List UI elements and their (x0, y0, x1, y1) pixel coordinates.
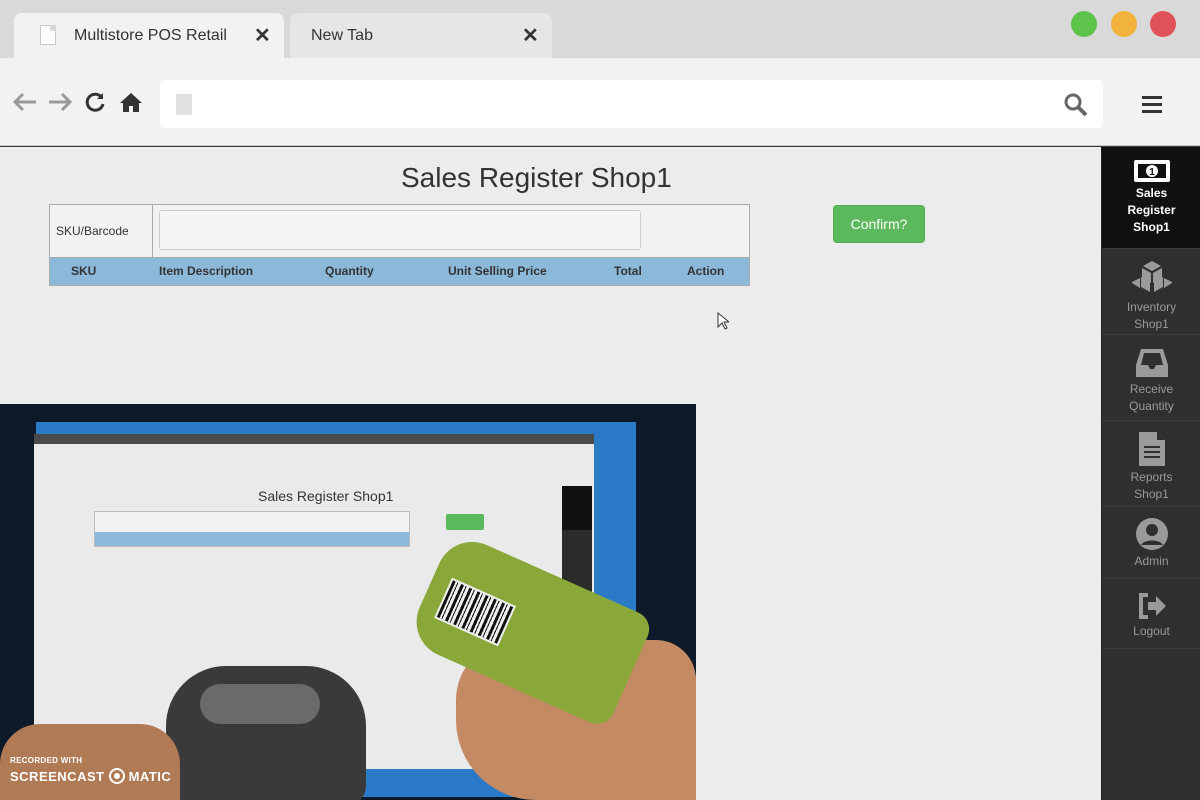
sidebar-item-admin[interactable]: Admin (1102, 507, 1200, 579)
webcam-overlay: Sales Register Shop1 RECORDED WITH SCREE… (0, 404, 696, 800)
tab-new-tab[interactable]: New Tab ✕ (290, 13, 552, 58)
sidebar-item-reports[interactable]: Reports Shop1 (1102, 421, 1200, 507)
reload-icon[interactable] (84, 91, 106, 120)
address-bar[interactable] (160, 80, 1103, 128)
sidebar-item-sales-register[interactable]: 1 Sales Register Shop1 (1102, 147, 1200, 249)
sku-barcode-input[interactable] (159, 210, 641, 250)
page-icon (40, 25, 56, 45)
sidebar-item-receive-quantity[interactable]: Receive Quantity (1102, 335, 1200, 421)
user-icon (1135, 518, 1168, 550)
forward-icon[interactable] (47, 91, 73, 120)
confirm-button[interactable]: Confirm? (833, 205, 925, 243)
window-maximize-button[interactable] (1071, 11, 1097, 37)
sidebar-item-logout[interactable]: Logout (1102, 579, 1200, 649)
browser-tab-bar: Multistore POS Retail ✕ New Tab ✕ (0, 0, 1200, 58)
column-header-quantity: Quantity (325, 264, 374, 278)
tab-title: New Tab (311, 27, 373, 44)
column-header-total: Total (614, 264, 642, 278)
browser-toolbar (0, 58, 1200, 146)
home-icon[interactable] (119, 91, 143, 120)
inbox-icon (1135, 349, 1168, 377)
column-header-sku: SKU (71, 264, 97, 278)
column-header-item-description: Item Description (159, 264, 254, 278)
webcam-page-title: Sales Register Shop1 (258, 488, 394, 504)
barcode-scanner-head (200, 684, 320, 724)
column-header-unit-selling-price: Unit Selling Price (448, 264, 547, 278)
close-tab-icon[interactable]: ✕ (522, 23, 539, 48)
screencast-o-matic-logo: SCREENCAST MATIC (10, 768, 172, 784)
page-icon (176, 94, 192, 115)
column-header-action: Action (687, 264, 725, 278)
webcam-confirm-button (446, 514, 484, 530)
webcam-register-table (94, 511, 410, 547)
back-icon[interactable] (12, 91, 38, 120)
sign-out-icon (1138, 593, 1166, 619)
sales-register-table: SKU/Barcode SKU Item Description Quantit… (49, 204, 750, 286)
record-dot-icon (108, 768, 125, 784)
watermark-recorded-with: RECORDED WITH (10, 756, 83, 765)
table-header: SKU Item Description Quantity Unit Selli… (50, 257, 749, 285)
main-content: Sales Register Shop1 SKU/Barcode SKU Ite… (0, 147, 1101, 800)
document-icon (1138, 432, 1165, 466)
money-icon: 1 (1133, 160, 1170, 182)
svg-text:1: 1 (1149, 167, 1155, 178)
tab-title: Multistore POS Retail (74, 27, 227, 44)
window-close-button[interactable] (1150, 11, 1176, 37)
sku-barcode-label: SKU/Barcode (50, 205, 153, 257)
tab-multistore-pos[interactable]: Multistore POS Retail ✕ (14, 13, 284, 58)
menu-icon[interactable] (1142, 96, 1162, 114)
window-minimize-button[interactable] (1111, 11, 1137, 37)
sidebar: 1 Sales Register Shop1 Inventory Shop1 R… (1101, 147, 1200, 800)
mouse-cursor-icon (717, 312, 729, 330)
search-icon[interactable] (1063, 92, 1089, 118)
sidebar-item-inventory[interactable]: Inventory Shop1 (1102, 249, 1200, 335)
close-tab-icon[interactable]: ✕ (254, 23, 271, 48)
cubes-icon (1131, 261, 1172, 292)
